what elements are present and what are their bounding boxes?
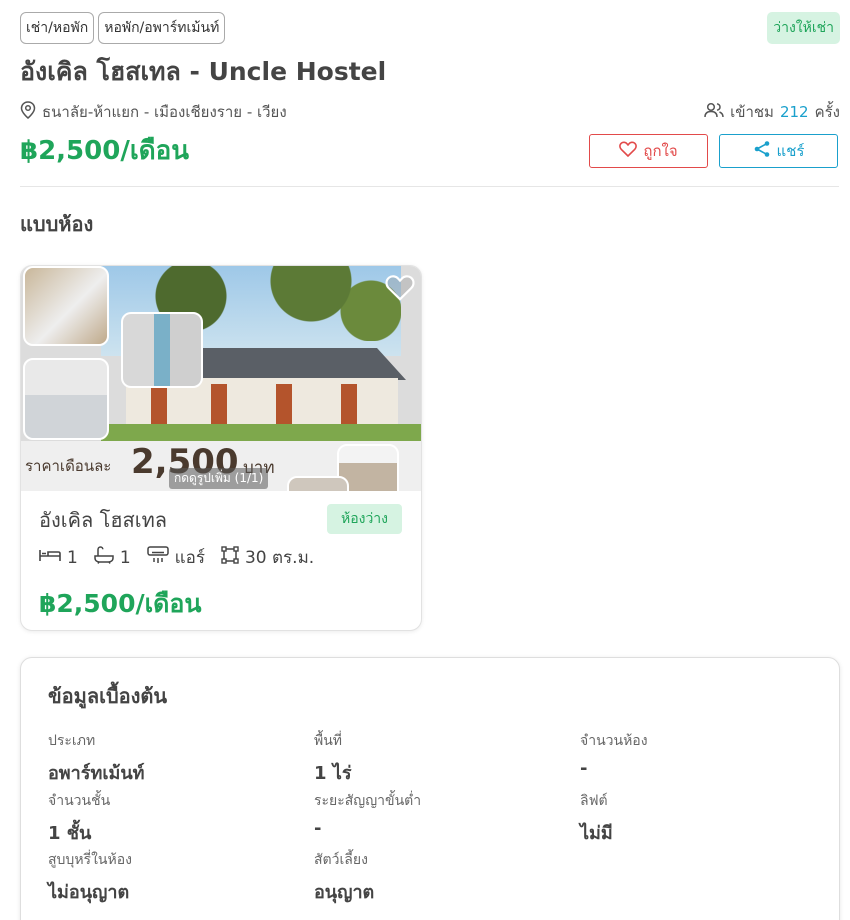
photo-door xyxy=(211,384,227,426)
info-label: จำนวนชั้น xyxy=(48,793,111,809)
info-label: ประเภท xyxy=(48,733,96,749)
info-label: จำนวนห้อง xyxy=(580,733,648,749)
overlay-price-label: ราคาเดือนละ xyxy=(25,457,112,475)
heart-icon xyxy=(619,141,638,161)
feature-aircon: แอร์ xyxy=(146,544,205,571)
info-value: 1 ชั้น xyxy=(48,823,92,844)
area-value: 30 ตร.ม. xyxy=(244,548,315,568)
room-name[interactable]: อังเคิล โฮสเทล xyxy=(39,504,167,536)
like-label: ถูกใจ xyxy=(643,142,678,160)
room-status-badge: ห้องว่าง xyxy=(326,504,402,534)
info-value: ไม่อนุญาต xyxy=(48,882,130,903)
view-counter: เข้าชม 212 ครั้ง xyxy=(704,100,840,124)
favorite-heart-icon[interactable] xyxy=(385,272,415,302)
info-value: ไม่มี xyxy=(580,823,613,844)
info-value: - xyxy=(580,758,588,779)
info-value: - xyxy=(314,818,322,839)
room-features: 1 1 แอร์ 30 ตร.ม. xyxy=(39,544,314,571)
map-pin-icon xyxy=(20,101,36,123)
thumbnail-bathroom xyxy=(23,358,109,440)
photo-door xyxy=(276,384,292,426)
views-prefix: เข้าชม xyxy=(730,103,774,121)
basic-info-card: ข้อมูลเบื้องต้น ประเภท อพาร์ทเม้นท์ พื้น… xyxy=(20,657,840,920)
page-title: อังเคิล โฮสเทล - Uncle Hostel xyxy=(20,57,387,86)
info-label: สัตว์เลี้ยง xyxy=(314,852,368,868)
info-item-area: พื้นที่ 1 ไร่ xyxy=(314,730,352,787)
aircon-label: แอร์ xyxy=(174,548,205,568)
info-label: ระยะสัญญาขั้นต่ำ xyxy=(314,793,422,809)
photo-door xyxy=(151,384,167,426)
share-label: แชร์ xyxy=(776,142,805,160)
beds-count: 1 xyxy=(67,547,78,568)
info-label: พื้นที่ xyxy=(314,733,343,749)
info-item-type: ประเภท อพาร์ทเม้นท์ xyxy=(48,730,145,787)
info-label: สูบบุหรี่ในห้อง xyxy=(48,852,132,868)
info-item-smoking: สูบบุหรี่ในห้อง ไม่อนุญาต xyxy=(48,849,132,906)
area-icon xyxy=(221,546,239,569)
thumbnail-door xyxy=(121,312,203,388)
location: ธนาลัย-ห้าแยก - เมืองเชียงราย - เวียง xyxy=(20,100,287,124)
views-count: 212 xyxy=(779,103,809,121)
bathtub-icon xyxy=(94,546,114,569)
room-price: ฿2,500/เดือน xyxy=(39,589,202,618)
info-value: 1 ไร่ xyxy=(314,763,352,784)
feature-baths: 1 xyxy=(94,546,131,569)
info-value: อพาร์ทเม้นท์ xyxy=(48,763,145,784)
share-button[interactable]: แชร์ xyxy=(719,134,838,168)
info-item-min-contract: ระยะสัญญาขั้นต่ำ - xyxy=(314,790,421,839)
bed-icon xyxy=(39,547,61,568)
share-icon xyxy=(753,140,771,162)
listing-price: ฿2,500/เดือน xyxy=(20,136,189,166)
availability-badge: ว่างให้เช่า xyxy=(767,12,840,44)
feature-beds: 1 xyxy=(39,547,78,568)
feature-area: 30 ตร.ม. xyxy=(221,544,314,571)
tag-dorm-apartment[interactable]: หอพัก/อพาร์ทเม้นท์ xyxy=(98,12,226,44)
baths-count: 1 xyxy=(119,547,131,568)
info-value: อนุญาต xyxy=(314,882,375,903)
room-image-collage[interactable]: ราคาเดือนละ 2,500 บาท กดดูรูปเพิ่ม (1/1) xyxy=(21,266,421,491)
info-item-elevator: ลิฟต์ ไม่มี xyxy=(580,790,613,847)
location-text: ธนาลัย-ห้าแยก - เมืองเชียงราย - เวียง xyxy=(42,103,287,121)
tag-rent-dorm[interactable]: เช่า/หอพัก xyxy=(20,12,95,44)
info-label: ลิฟต์ xyxy=(580,793,608,809)
like-button[interactable]: ถูกใจ xyxy=(589,134,708,168)
users-icon xyxy=(704,102,724,122)
thumbnail-room xyxy=(287,476,349,491)
photo-door xyxy=(341,384,357,426)
room-card[interactable]: ราคาเดือนละ 2,500 บาท กดดูรูปเพิ่ม (1/1)… xyxy=(20,265,422,631)
views-suffix: ครั้ง xyxy=(814,103,840,121)
category-tags: เช่า/หอพัก หอพัก/อพาร์ทเม้นท์ xyxy=(20,12,226,44)
divider xyxy=(20,186,839,187)
more-photos-label[interactable]: กดดูรูปเพิ่ม (1/1) xyxy=(169,468,269,489)
info-item-floors: จำนวนชั้น 1 ชั้น xyxy=(48,790,110,847)
info-item-pets: สัตว์เลี้ยง อนุญาต xyxy=(314,849,374,906)
info-item-room-count: จำนวนห้อง - xyxy=(580,730,648,779)
room-types-title: แบบห้อง xyxy=(20,212,94,236)
thumbnail-bedroom xyxy=(23,266,109,346)
basic-info-title: ข้อมูลเบื้องต้น xyxy=(48,684,168,708)
air-conditioner-icon xyxy=(146,546,169,569)
